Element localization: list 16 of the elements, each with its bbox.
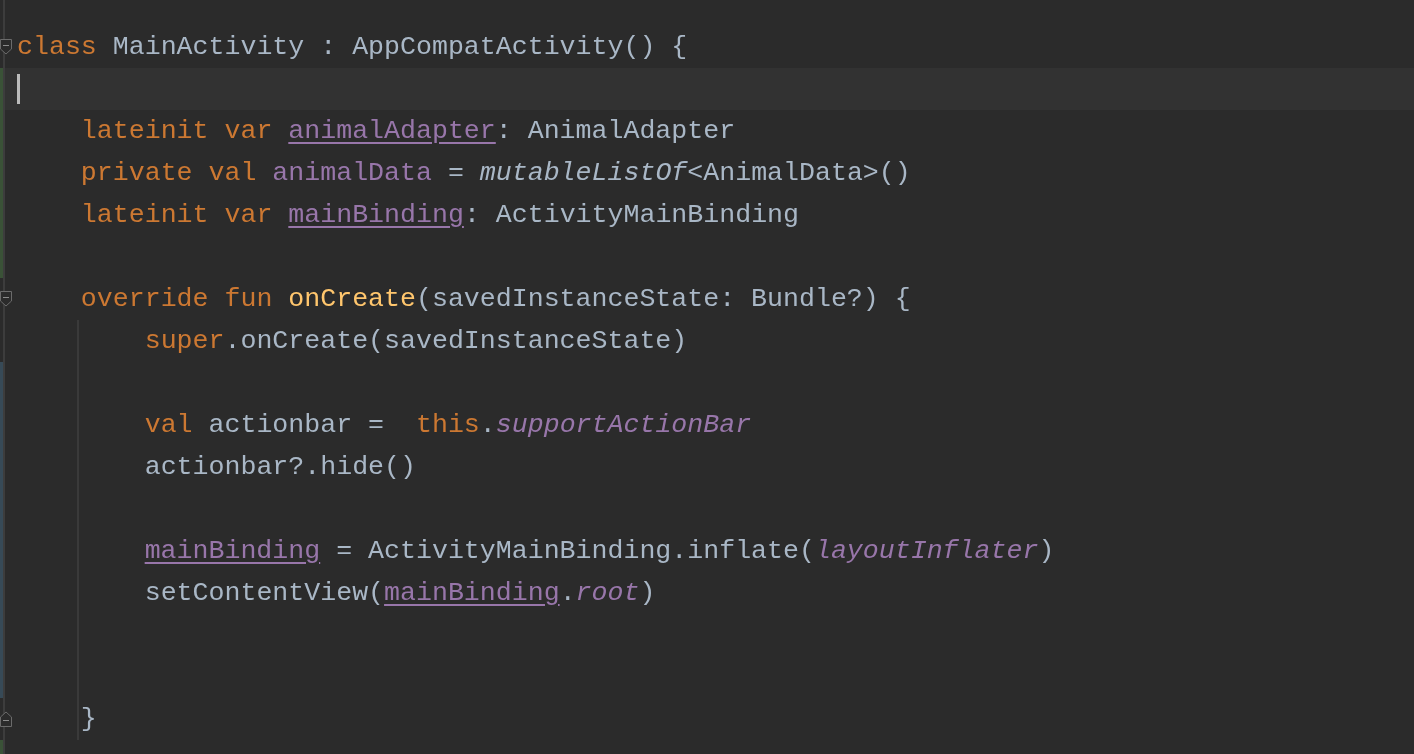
code-line: override fun onCreate(savedInstanceState: Bundle?) { — [79, 283, 911, 316]
code-line: lateinit var mainBinding: ActivityMainBinding — [79, 199, 799, 232]
fold-icon[interactable] — [0, 711, 12, 727]
code-line: lateinit var animalAdapter: AnimalAdapter — [79, 115, 736, 148]
code-line: setContentView(mainBinding.root) — [143, 577, 656, 610]
code-line: actionbar?.hide() — [143, 451, 416, 484]
fold-icon[interactable] — [0, 39, 12, 55]
code-line: private val animalData = mutableListOf<AnimalData>() — [79, 157, 911, 190]
code-line: val actionbar = this.supportActionBar — [143, 409, 752, 442]
code-line: class MainActivity : AppCompatActivity() { — [17, 31, 688, 64]
code-line: super.onCreate(savedInstanceState) — [143, 325, 688, 358]
code-editor[interactable] — [0, 0, 1414, 754]
text-caret — [17, 74, 20, 104]
code-line: } — [79, 703, 97, 736]
fold-icon[interactable] — [0, 291, 12, 307]
code-line: mainBinding = ActivityMainBinding.inflate(layoutInflater) — [143, 535, 1055, 568]
